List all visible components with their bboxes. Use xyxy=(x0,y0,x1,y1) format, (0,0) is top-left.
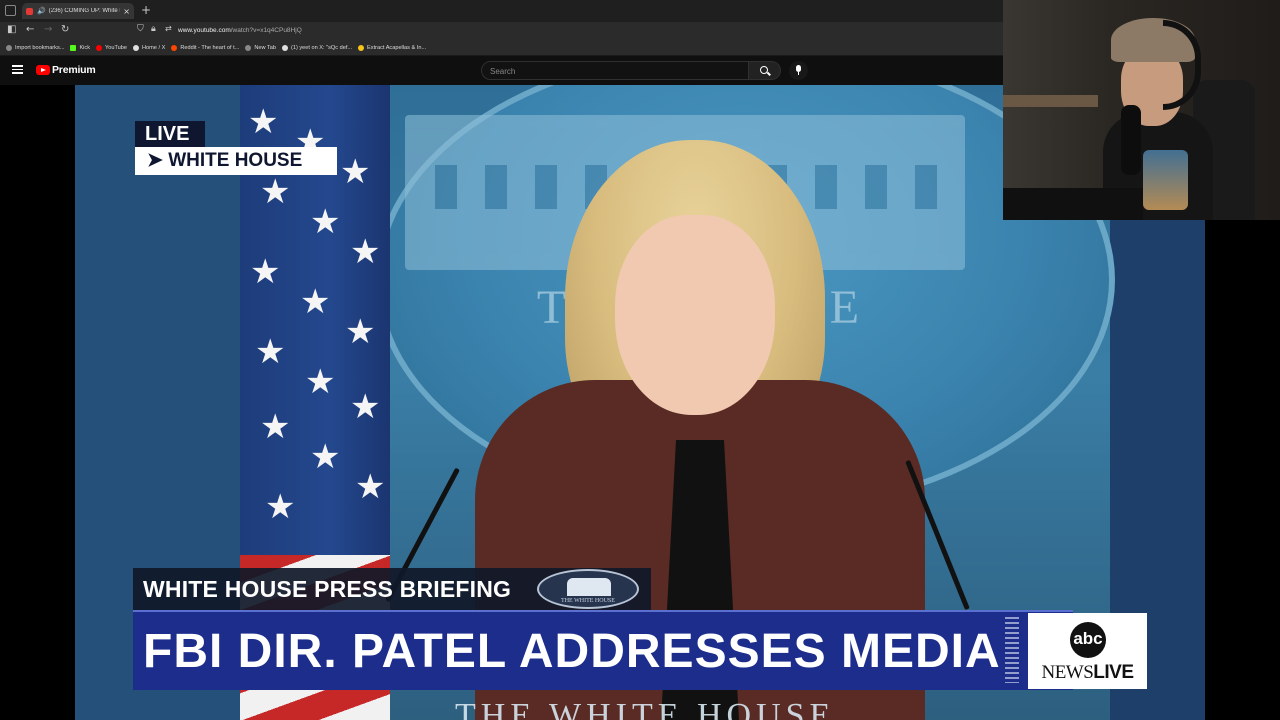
browser-tab-strip: 🔊 (236) COMING UP: White H × + xyxy=(0,0,1003,22)
bookmark-label: Home / X xyxy=(142,45,166,51)
tab-title: (236) COMING UP: White H xyxy=(48,8,121,14)
voice-search-icon[interactable] xyxy=(789,61,808,80)
menu-icon[interactable] xyxy=(12,65,23,74)
tab-close-icon[interactable]: × xyxy=(123,7,130,16)
address-bar[interactable]: www.youtube.com/watch?v=x1q4CPu8HjQ xyxy=(178,27,302,34)
browser-tab-youtube[interactable]: 🔊 (236) COMING UP: White H × xyxy=(22,3,134,19)
shield-icon[interactable]: ⛉ xyxy=(137,24,144,34)
bookmark-acapellas[interactable]: Extract Acapellas & In... xyxy=(358,45,426,51)
url-host: www.youtube.com xyxy=(178,27,231,34)
reddit-icon xyxy=(171,45,178,51)
audio-playing-icon[interactable]: 🔊 xyxy=(37,7,46,15)
abc-live-word: LIVE xyxy=(1093,662,1134,683)
bookmark-youtube[interactable]: YouTube xyxy=(96,45,127,51)
live-badge: LIVE xyxy=(135,121,205,147)
permissions-icon[interactable]: ⇄ xyxy=(165,24,172,33)
bookmark-label: YouTube xyxy=(105,45,127,51)
lock-icon[interactable]: 🔒︎ xyxy=(151,24,156,34)
youtube-logo-icon[interactable] xyxy=(36,65,50,75)
bookmark-label: Import bookmarks... xyxy=(15,45,65,51)
bookmark-label: (1) yeet on X: "sQc def... xyxy=(290,45,353,51)
bookmark-import[interactable]: Import bookmarks... xyxy=(6,45,64,51)
bookmark-x-post[interactable]: (1) yeet on X: "sQc def... xyxy=(281,45,353,51)
forward-icon[interactable]: → xyxy=(44,24,52,35)
reload-icon[interactable]: ↻ xyxy=(61,24,69,35)
kick-icon xyxy=(70,45,77,51)
abc-news-word: NEWS xyxy=(1041,662,1094,683)
abc-logo-icon: abc xyxy=(1070,622,1106,658)
youtube-masthead: Premium Search xyxy=(0,56,1003,85)
new-tab-icon[interactable]: + xyxy=(141,3,151,17)
abc-news-live-logo: abc NEWSLIVE xyxy=(1028,613,1147,689)
tab-actions-icon[interactable] xyxy=(5,5,16,16)
seal-caption: THE WHITE HOUSE xyxy=(561,598,615,604)
podium-text: THE WHITE HOUSE xyxy=(455,697,836,720)
youtube-icon xyxy=(96,45,103,51)
x-icon xyxy=(281,45,288,51)
search-icon xyxy=(760,66,768,74)
x-icon xyxy=(133,45,139,51)
white-house-seal-icon: THE WHITE HOUSE xyxy=(537,569,639,609)
sidebar-toggle-icon[interactable]: ◧ xyxy=(7,24,16,35)
bookmark-reddit[interactable]: Reddit - The heart of t... xyxy=(171,45,239,51)
bookmark-kick[interactable]: Kick xyxy=(70,45,90,51)
browser-toolbar: ◧ ← → ↻ ⛉ 🔒︎ ⇄ www.youtube.com/watch?v=x… xyxy=(0,22,1003,41)
lower-third-headline: FBI DIR. PATEL ADDRESSES MEDIA xyxy=(133,610,1073,690)
bookmarks-bar: Import bookmarks... Kick YouTube Home / … xyxy=(0,41,1003,56)
acapella-icon xyxy=(358,45,365,51)
bookmark-x-home[interactable]: Home / X xyxy=(133,45,165,51)
search-button[interactable] xyxy=(749,61,781,80)
streamer-webcam xyxy=(1003,0,1280,220)
bookmark-label: Extract Acapellas & In... xyxy=(367,45,427,51)
import-icon xyxy=(6,45,12,51)
youtube-premium-label[interactable]: Premium xyxy=(52,64,96,76)
youtube-favicon-icon xyxy=(26,7,33,15)
back-icon[interactable]: ← xyxy=(26,24,34,35)
globe-icon xyxy=(245,45,252,51)
bookmark-label: Kick xyxy=(79,45,91,51)
url-path: /watch?v=x1q4CPu8HjQ xyxy=(230,27,302,34)
search-input[interactable]: Search xyxy=(481,61,749,80)
bookmark-label: New Tab xyxy=(254,45,276,51)
bookmark-label: Reddit - The heart of t... xyxy=(180,45,240,51)
streamer-microphone xyxy=(1121,105,1141,175)
bookmark-new-tab[interactable]: New Tab xyxy=(245,45,276,51)
headline-stripes xyxy=(1005,617,1019,683)
location-badge: ➤ WHITE HOUSE xyxy=(135,147,337,175)
